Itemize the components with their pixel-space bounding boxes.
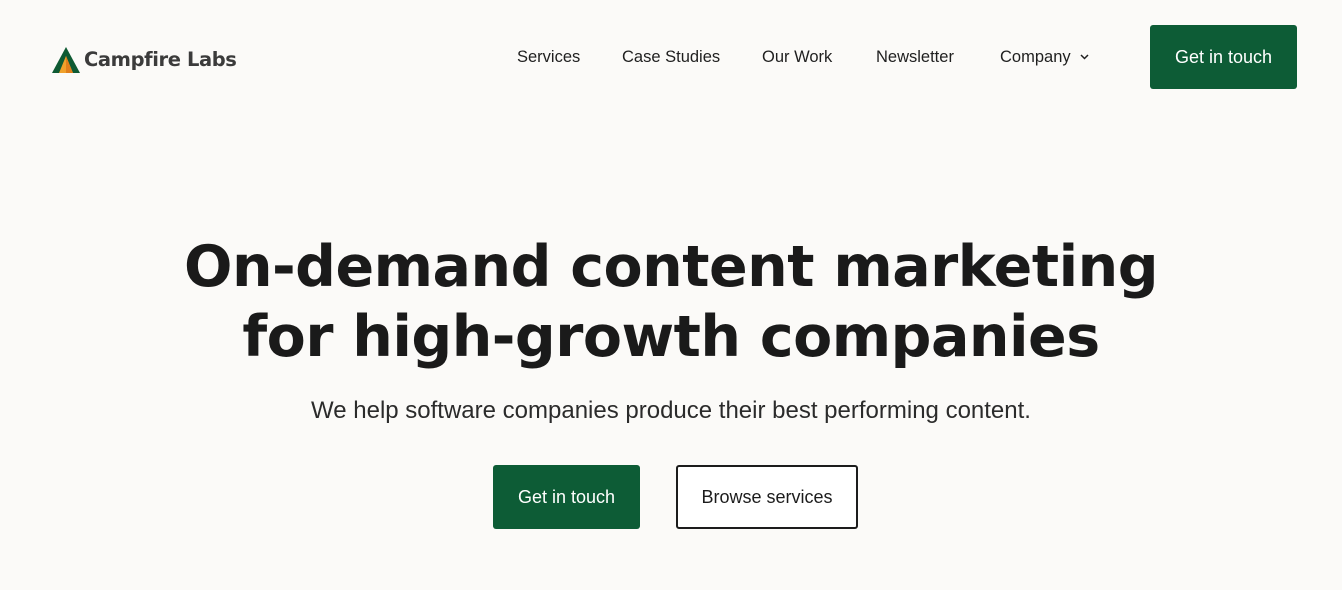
- hero-headline-line-2: for high-growth companies: [242, 304, 1100, 370]
- nav-item-our-work[interactable]: Our Work: [762, 45, 832, 69]
- chevron-down-icon: [1080, 54, 1089, 60]
- nav-item-services[interactable]: Services: [517, 45, 580, 69]
- site-header: Campfire Labs Services Case Studies Our …: [0, 0, 1342, 114]
- campfire-labs-logo[interactable]: Campfire Labs: [52, 46, 237, 74]
- brand-name: Campfire Labs: [84, 48, 237, 71]
- nav-item-newsletter[interactable]: Newsletter: [876, 45, 954, 69]
- campfire-tent-icon: [52, 47, 80, 73]
- hero-headline: On-demand content marketing for high-gro…: [0, 232, 1342, 372]
- nav-item-case-studies[interactable]: Case Studies: [622, 45, 720, 69]
- nav-item-company[interactable]: Company: [1000, 45, 1089, 69]
- hero-subheadline: We help software companies produce their…: [311, 397, 1031, 424]
- header-get-in-touch-button[interactable]: Get in touch: [1150, 25, 1297, 89]
- nav-item-company-label: Company: [1000, 48, 1071, 66]
- browse-services-button[interactable]: Browse services: [676, 465, 858, 529]
- hero-headline-line-1: On-demand content marketing: [183, 234, 1159, 300]
- hero-get-in-touch-button[interactable]: Get in touch: [493, 465, 640, 529]
